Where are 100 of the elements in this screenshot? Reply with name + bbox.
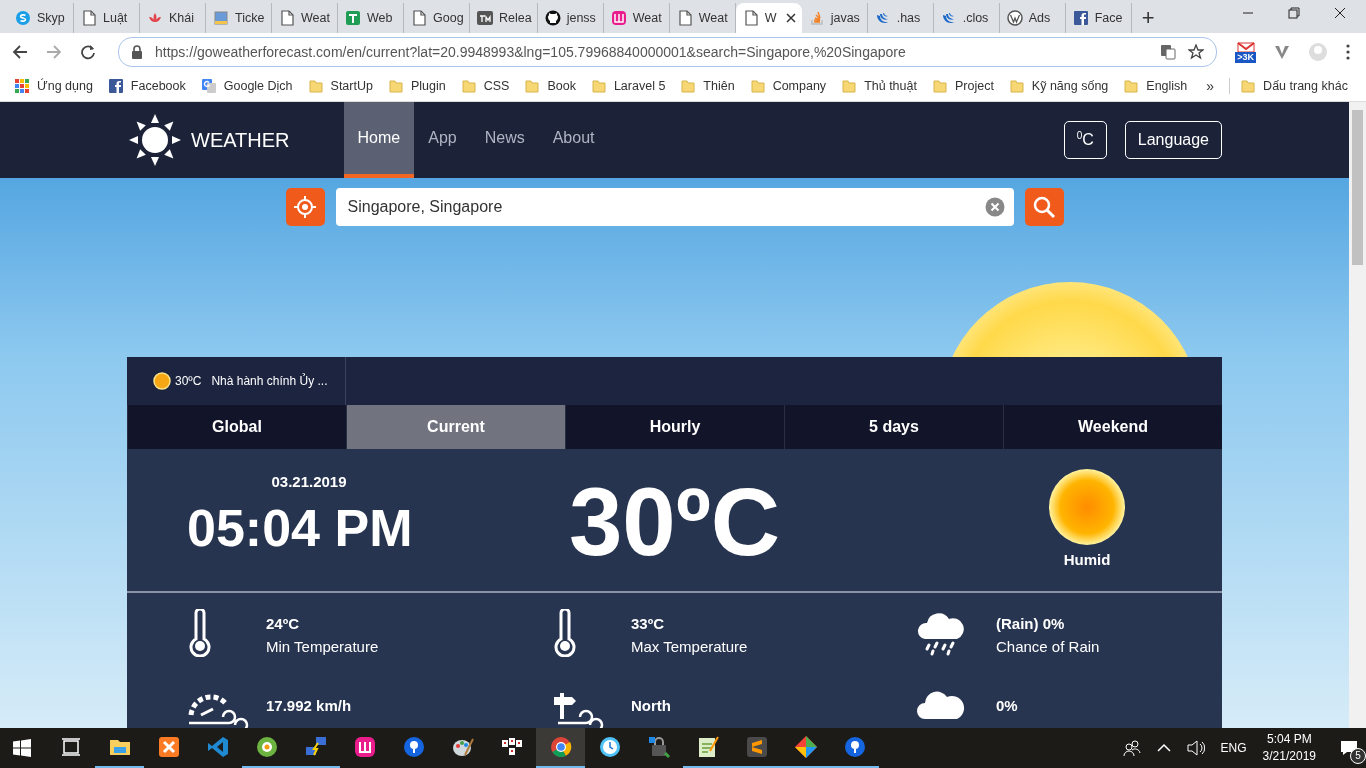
folder-icon	[460, 78, 477, 94]
bookmark[interactable]: CSS	[460, 78, 510, 94]
stat-label: Chance of Rain	[996, 638, 1100, 655]
bookmark[interactable]: Ứng dụng	[14, 78, 93, 94]
bookmark[interactable]: Google Dịch	[200, 78, 293, 94]
people-icon[interactable]	[1122, 739, 1141, 757]
folder-icon	[680, 78, 697, 94]
code-editor-icon	[205, 735, 230, 759]
lock-icon	[131, 45, 143, 59]
menu-icon[interactable]	[1346, 44, 1350, 60]
forecast-tab[interactable]: Weekend	[1003, 405, 1222, 449]
folder-icon	[1123, 78, 1140, 94]
folder-icon	[387, 78, 404, 94]
page-icon	[676, 10, 693, 26]
bookmark[interactable]: Book	[524, 78, 576, 94]
page-icon	[81, 10, 97, 26]
square-icon	[213, 10, 229, 26]
bookmark[interactable]: Project	[931, 78, 994, 94]
new-tab-button[interactable]: +	[1131, 3, 1165, 33]
page-icon	[742, 10, 759, 26]
condition-text: Humid	[1063, 551, 1111, 568]
search-field[interactable]: Singapore, Singapore	[335, 188, 1014, 226]
search-button[interactable]	[1024, 188, 1064, 226]
mail-extension-button[interactable]: >3K	[1235, 41, 1256, 63]
sun-icon	[153, 372, 171, 390]
swirl-icon	[874, 10, 891, 26]
tm-logo-icon	[477, 10, 493, 26]
scrollbar-thumb[interactable]	[1352, 110, 1363, 265]
diamond-icon	[793, 735, 818, 759]
close-icon[interactable]	[1334, 6, 1346, 19]
clear-icon[interactable]	[984, 197, 1005, 217]
v-logo-icon[interactable]	[1274, 45, 1290, 59]
folder-icon	[1008, 78, 1025, 94]
forecast-tab[interactable]: Current	[346, 405, 565, 449]
padlock-icon	[646, 735, 671, 759]
chevron-up-icon[interactable]	[1156, 743, 1171, 753]
address-bar[interactable]: https://goweatherforecast.com/en/current?lat=20.9948993&lng=105.79968840000001&search=Singapore,%20Singapore	[118, 37, 1218, 67]
bookmark[interactable]: Thiên	[680, 78, 735, 94]
scrollbar[interactable]	[1349, 102, 1366, 728]
speaker-icon[interactable]	[1186, 740, 1205, 756]
page-icon	[279, 10, 295, 26]
restore-icon[interactable]	[1288, 6, 1300, 19]
forecast-tab[interactable]: Hourly	[565, 405, 784, 449]
nav-link[interactable]: App	[414, 102, 471, 178]
bookmark[interactable]: English	[1123, 78, 1188, 94]
time-text: 05:04 PM	[187, 498, 414, 558]
unread-count: >3K	[1235, 51, 1256, 63]
bookmark[interactable]: Facebook	[107, 78, 186, 94]
clock[interactable]: 5:04 PM 3/21/2019	[1262, 731, 1316, 765]
nav-link[interactable]: Home	[343, 102, 415, 178]
location-name: Nhà hành chính Ủy ...	[211, 374, 328, 388]
f-logo-icon	[107, 78, 124, 94]
back-icon[interactable]	[12, 44, 28, 60]
bookmark[interactable]: Company	[749, 78, 827, 94]
cat-icon	[544, 10, 561, 26]
bookmark[interactable]: Thủ thuật	[841, 78, 917, 94]
forecast-tab[interactable]: 5 days	[784, 405, 1003, 449]
language-indicator[interactable]: ENG	[1220, 741, 1247, 755]
w-circle-icon	[1006, 10, 1023, 26]
folder-icon	[841, 78, 858, 94]
star-icon[interactable]	[1188, 44, 1205, 60]
stat-value: 33ºC	[631, 615, 665, 632]
clock-time: 5:04 PM	[1265, 731, 1313, 748]
wind-gauge-icon	[187, 691, 249, 728]
swirl-icon	[940, 10, 957, 26]
bookmark[interactable]: Kỹ năng sống	[1008, 78, 1109, 94]
forecast-tab[interactable]: Global	[127, 405, 346, 449]
folder-icon	[931, 78, 948, 94]
more-bookmarks-button[interactable]: »	[1206, 78, 1215, 94]
reload-icon[interactable]	[80, 44, 96, 60]
taskbar-app-button[interactable]	[536, 728, 585, 768]
windows-start-icon[interactable]	[13, 739, 31, 757]
spreadsheet-icon	[345, 10, 361, 26]
site-logo-text[interactable]: WEATHER	[191, 128, 290, 152]
translate-icon[interactable]	[1160, 44, 1177, 60]
bookmark[interactable]: Plugin	[387, 78, 446, 94]
language-button[interactable]: Language	[1124, 121, 1222, 159]
stat-value: 17.992 km/h	[266, 697, 352, 714]
f-logo-icon	[1072, 10, 1089, 26]
skype-icon	[15, 10, 31, 26]
bookmark[interactable]: Dấu trang khác	[1229, 78, 1348, 94]
nav-link[interactable]: News	[470, 102, 539, 178]
bookmark[interactable]: StartUp	[307, 78, 373, 94]
stat-label: Max Temperature	[631, 638, 748, 655]
envelope-icon	[1236, 41, 1255, 52]
unit-button[interactable]: $^{0}$C	[1063, 121, 1107, 159]
folder-icon	[749, 78, 766, 94]
stat-label: Min Temperature	[266, 638, 379, 655]
crosshair-icon	[293, 195, 317, 219]
location-temperature: 30ºC	[175, 374, 202, 388]
x-logo-icon	[156, 735, 181, 759]
sun-icon	[127, 112, 183, 168]
clock-circle-icon	[597, 735, 622, 759]
browser-tab[interactable]: W	[735, 3, 802, 33]
nav-link[interactable]: About	[538, 102, 609, 178]
locate-button[interactable]	[285, 188, 325, 226]
clock-date: 3/21/2019	[1262, 748, 1316, 765]
close-icon[interactable]	[785, 13, 796, 23]
notification-count: 5	[1350, 748, 1366, 764]
bookmark[interactable]: Laravel 5	[590, 78, 666, 94]
